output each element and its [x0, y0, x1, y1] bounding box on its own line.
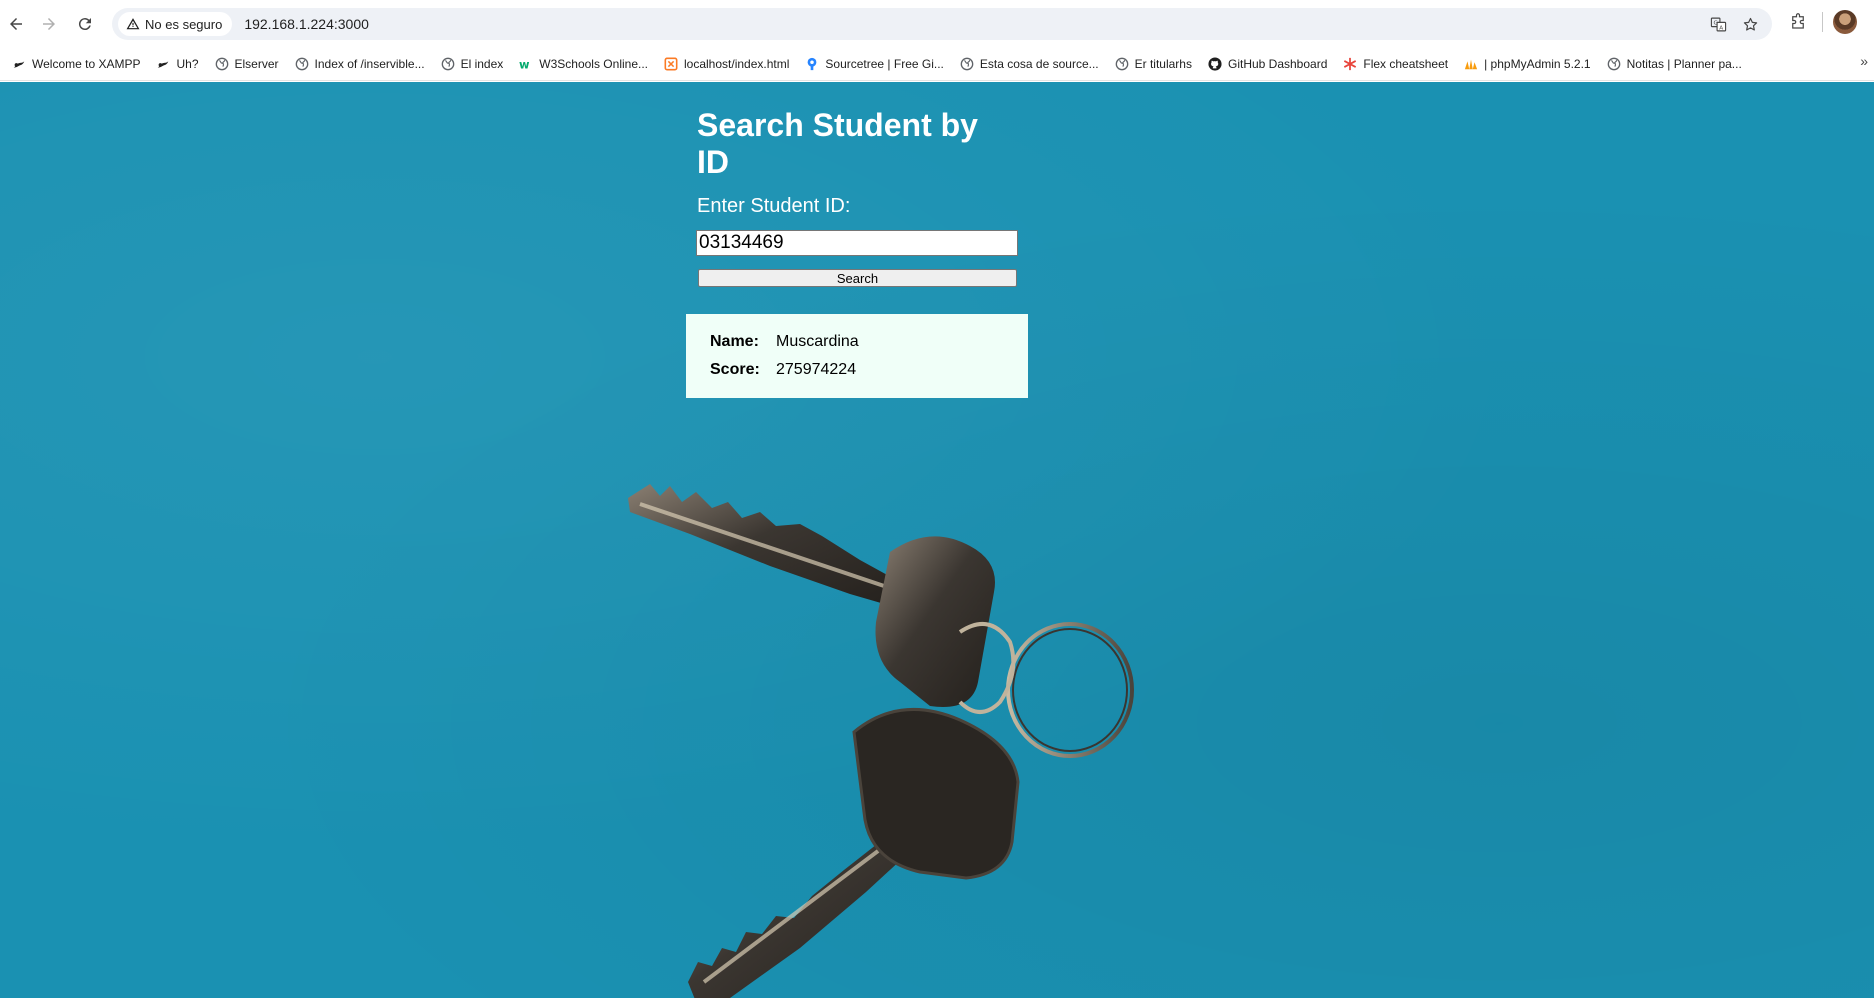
profile-avatar[interactable] — [1833, 10, 1857, 34]
result-row-score: Score: 275974224 — [710, 356, 1028, 384]
student-id-label: Enter Student ID: — [697, 195, 851, 217]
bookmarks-overflow-button[interactable]: » — [1860, 53, 1868, 69]
url-text[interactable]: 192.168.1.224:3000 — [244, 16, 369, 32]
bookmark-item[interactable]: w W3Schools Online... — [511, 50, 656, 78]
bookmark-star-button[interactable] — [1738, 12, 1762, 36]
bookmark-item[interactable]: Uh? — [148, 50, 206, 78]
w3schools-icon: w — [519, 57, 533, 71]
reload-button[interactable] — [69, 8, 101, 40]
globe-icon — [295, 57, 309, 71]
browser-toolbar: No es seguro 192.168.1.224:3000 GA — [0, 0, 1874, 47]
puzzle-icon — [1792, 13, 1804, 29]
phpmyadmin-icon — [1464, 57, 1478, 71]
toolbar-divider — [1822, 12, 1823, 32]
page-title: Search Student by ID — [697, 107, 978, 180]
security-indicator[interactable]: No es seguro — [118, 12, 233, 36]
extensions-button[interactable] — [1784, 8, 1812, 36]
address-bar[interactable]: No es seguro 192.168.1.224:3000 GA — [112, 8, 1772, 40]
svg-text:w: w — [519, 57, 530, 71]
bookmark-item[interactable]: GitHub Dashboard — [1200, 50, 1335, 78]
score-value: 275974224 — [776, 361, 857, 378]
globe-icon — [215, 57, 229, 71]
globe-icon — [1607, 57, 1621, 71]
student-id-input[interactable] — [696, 230, 1018, 256]
translate-button[interactable]: GA — [1706, 12, 1730, 36]
bookmark-item[interactable]: Esta cosa de source... — [952, 50, 1107, 78]
bookmark-item[interactable]: Index of /inservible... — [287, 50, 433, 78]
bookmark-item[interactable]: localhost/index.html — [656, 50, 797, 78]
sourcetree-icon — [805, 57, 819, 71]
xampp-icon — [664, 57, 678, 71]
globe-icon — [960, 57, 974, 71]
bookmark-item[interactable]: Er titularhs — [1107, 50, 1200, 78]
arrow-left-icon — [10, 18, 22, 30]
globe-icon — [1115, 57, 1129, 71]
globe-icon — [441, 57, 455, 71]
bookmark-item[interactable]: El index — [433, 50, 512, 78]
result-card: Name: Muscardina Score: 275974224 — [686, 314, 1028, 398]
bookmark-item[interactable]: Elserver — [207, 50, 287, 78]
translate-icon: GA — [1710, 17, 1726, 31]
page-background: Search Student by ID Enter Student ID: S… — [0, 82, 1874, 998]
keys-background-image — [628, 484, 1134, 998]
bookmark-item[interactable]: Flex cheatsheet — [1335, 50, 1456, 78]
score-label: Score: — [710, 361, 760, 378]
security-label: No es seguro — [145, 16, 223, 32]
bookmark-item[interactable]: Notitas | Planner pa... — [1599, 50, 1750, 78]
name-label: Name: — [710, 333, 759, 350]
xampp-icon — [156, 57, 170, 71]
bookmarks-bar: Welcome to XAMPP Uh? Elserver Index of /… — [0, 47, 1874, 81]
star-icon — [1743, 17, 1757, 31]
warning-icon — [126, 18, 140, 30]
xampp-icon — [12, 57, 26, 71]
reload-icon — [78, 18, 91, 31]
name-value: Muscardina — [776, 333, 859, 350]
bookmark-item[interactable]: Sourcetree | Free Gi... — [797, 50, 952, 78]
bookmark-item[interactable]: Welcome to XAMPP — [4, 50, 148, 78]
result-row-name: Name: Muscardina — [710, 328, 1028, 356]
arrow-right-icon — [43, 18, 55, 30]
bookmark-item[interactable]: | phpMyAdmin 5.2.1 — [1456, 50, 1599, 78]
back-button[interactable] — [0, 8, 32, 40]
forward-button[interactable] — [33, 8, 65, 40]
svg-text:G: G — [1713, 20, 1717, 26]
search-button[interactable]: Search — [698, 269, 1017, 287]
flex-icon — [1343, 57, 1357, 71]
svg-text:A: A — [1719, 25, 1723, 31]
github-icon — [1208, 56, 1222, 71]
